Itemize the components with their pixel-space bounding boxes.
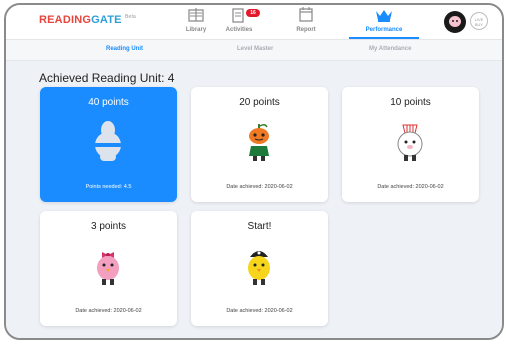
activities-badge: 16 [246,9,260,17]
tab-level-master[interactable]: Level Master [237,46,273,52]
top-nav-bar: READINGGATE Beta Library 16 Activities R… [6,5,502,39]
live-buy-button[interactable]: LIVE BUY [470,12,488,30]
card-points: 3 points [90,221,127,232]
pumpkin-character-icon [239,119,279,165]
card-footer: Date achieved: 2020-06-02 [377,184,444,190]
page-title: Achieved Reading Unit: 4 [39,71,175,85]
card-footer: Date achieved: 2020-06-02 [226,308,293,314]
unit-card-20[interactable]: 20 points Date achieved: 2020-06-02 [191,87,328,202]
card-points: 20 points [239,97,280,108]
pink-bird-character-icon [88,243,128,289]
avatar-face [449,16,461,27]
locked-silhouette-icon [88,119,128,165]
nav-performance[interactable]: Performance [349,5,419,39]
logo-beta: Beta [124,14,137,20]
main-content: Achieved Reading Unit: 4 40 points Point… [6,61,502,338]
app-logo[interactable]: READINGGATE Beta [39,14,136,26]
user-avatar[interactable] [444,11,466,33]
card-points: Start! [247,221,272,232]
unit-card-40[interactable]: 40 points Points needed: 4.5 [40,87,177,202]
app-frame: READINGGATE Beta Library 16 Activities R… [4,3,504,340]
report-icon [271,5,341,25]
unit-card-10[interactable]: 10 points Date achieved: 2020-06-02 [342,87,479,202]
card-points: 10 points [390,97,431,108]
sheep-character-icon [390,119,430,165]
sub-tabs: Reading Unit Level Master My Attendance [6,39,502,61]
nav-activities[interactable]: 16 Activities [204,5,274,39]
avatar-eye-left [452,20,454,22]
card-footer: Points needed: 4.5 [85,184,132,190]
nav-performance-label: Performance [365,27,403,33]
tab-my-attendance[interactable]: My Attendance [369,46,411,52]
crown-icon [349,5,419,25]
avatar-eye-right [456,20,458,22]
unit-card-start[interactable]: Start! Date achieved: 2020-06-02 [191,211,328,326]
unit-card-3[interactable]: 3 points Date achieved: 2020-06-02 [40,211,177,326]
card-points: 40 points [88,97,129,108]
nav-activities-label: Activities [225,27,253,33]
logo-text-reading: READING [39,14,92,26]
logo-text-gate: GATE [91,14,122,26]
card-footer: Date achieved: 2020-06-02 [226,184,293,190]
tab-reading-unit[interactable]: Reading Unit [106,46,143,52]
pirate-chick-character-icon [239,243,279,289]
activities-icon: 16 [204,5,274,25]
card-footer: Date achieved: 2020-06-02 [75,308,142,314]
nav-report[interactable]: Report [271,5,341,39]
nav-report-label: Report [296,27,316,33]
